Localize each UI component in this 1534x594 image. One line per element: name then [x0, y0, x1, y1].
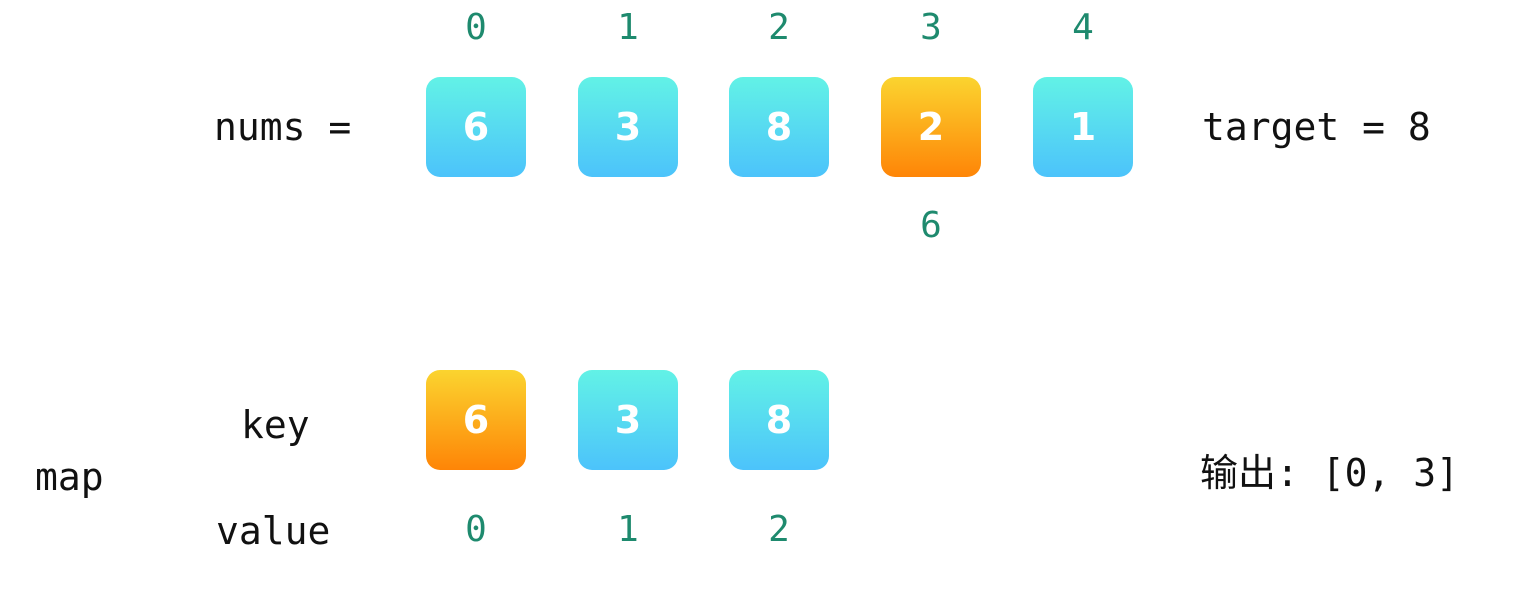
nums-index-1: 1	[617, 7, 639, 48]
nums-cell-4: 1	[1033, 77, 1133, 177]
map-key-label: key	[241, 403, 310, 447]
map-key-cell-0-highlight: 6	[426, 370, 526, 470]
nums-index-3: 3	[920, 7, 942, 48]
nums-cell-1: 3	[578, 77, 678, 177]
complement-value: 6	[920, 205, 942, 246]
nums-label: nums =	[214, 105, 352, 149]
map-label: map	[35, 455, 104, 499]
map-value-label: value	[216, 509, 331, 553]
nums-index-4: 4	[1072, 7, 1094, 48]
map-value-0: 0	[465, 509, 487, 550]
map-value-2: 2	[768, 509, 790, 550]
map-value-1: 1	[617, 509, 639, 550]
nums-cell-3-highlight: 2	[881, 77, 981, 177]
nums-cell-0: 6	[426, 77, 526, 177]
nums-cell-2: 8	[729, 77, 829, 177]
output-label: 输出: [0, 3]	[1200, 451, 1460, 495]
map-key-cell-1: 3	[578, 370, 678, 470]
nums-index-2: 2	[768, 7, 790, 48]
nums-index-0: 0	[465, 7, 487, 48]
target-label: target = 8	[1202, 105, 1431, 149]
map-key-cell-2: 8	[729, 370, 829, 470]
